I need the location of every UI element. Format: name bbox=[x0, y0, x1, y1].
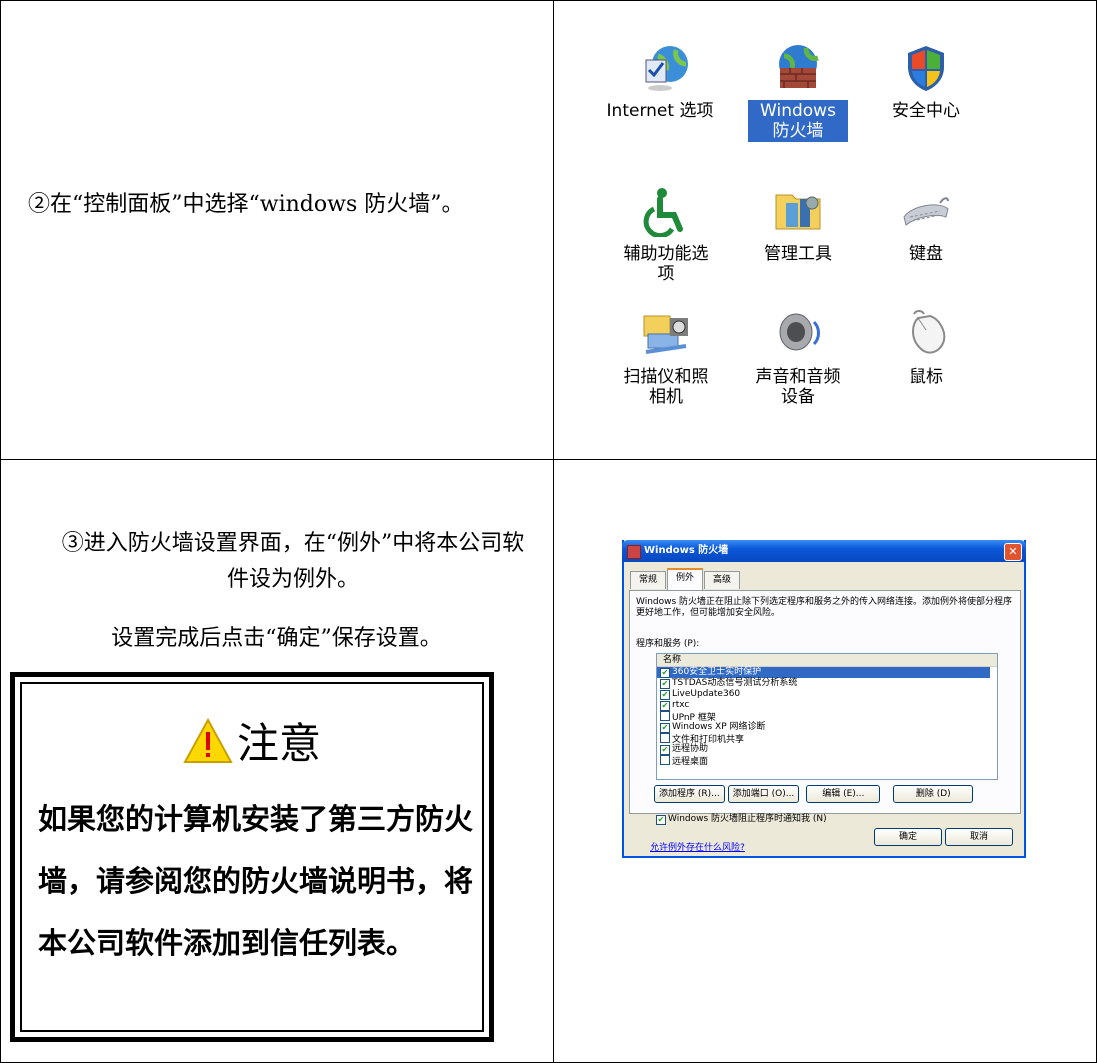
program-checkbox[interactable]: ✔ bbox=[660, 701, 670, 711]
control-panel-item-keyboard[interactable]: 键盘 bbox=[866, 185, 986, 265]
table-column-divider bbox=[553, 0, 554, 1063]
control-panel-item-security-center[interactable]: 安全中心 bbox=[866, 42, 986, 122]
notice-heading: 注意 bbox=[22, 710, 482, 771]
warning-icon bbox=[183, 717, 233, 763]
add-port-button[interactable]: 添加端口 (O)... bbox=[727, 785, 800, 803]
program-checkbox[interactable] bbox=[660, 711, 670, 721]
list-item[interactable]: ✔ rtxc bbox=[657, 700, 997, 711]
table-row-divider bbox=[0, 459, 1097, 460]
notify-option[interactable]: ✔ Windows 防火墙阻止程序时通知我 (N) bbox=[656, 811, 827, 825]
windows-firewall-icon bbox=[772, 42, 824, 94]
table-border-left bbox=[0, 0, 1, 1063]
dialog-title: Windows 防火墙 bbox=[644, 545, 729, 556]
list-item[interactable]: UPnP 框架 bbox=[657, 711, 997, 723]
list-item[interactable]: 文件和打印机共享 bbox=[657, 733, 997, 745]
control-panel-item-label: 安全中心 bbox=[892, 101, 960, 121]
list-item[interactable]: 远程桌面 bbox=[657, 755, 997, 767]
programs-label: 程序和服务 (P): bbox=[636, 639, 700, 649]
program-name: TSTDAS动态信号测试分析系统 bbox=[672, 678, 798, 688]
program-name: 远程协助 bbox=[672, 744, 709, 754]
security-center-icon bbox=[900, 42, 952, 94]
dialog-titlebar[interactable]: Windows 防火墙 ✕ bbox=[622, 540, 1026, 562]
sound-icon bbox=[772, 308, 824, 360]
program-checkbox[interactable]: ✔ bbox=[660, 745, 670, 755]
program-name: Windows XP 网络诊断 bbox=[672, 722, 766, 732]
control-panel-item-label: 声音和音频设备 bbox=[755, 367, 841, 407]
admin-tools-icon bbox=[772, 185, 824, 237]
cancel-button[interactable]: 取消 bbox=[945, 828, 1013, 846]
program-checkbox[interactable]: ✔ bbox=[660, 679, 670, 689]
control-panel-item-label: 键盘 bbox=[909, 244, 943, 264]
mouse-icon bbox=[900, 308, 952, 360]
dialog-tabs: 常规 例外 高级 bbox=[630, 568, 741, 590]
delete-button[interactable]: 删除 (D) bbox=[893, 785, 974, 803]
tab-exceptions[interactable]: 例外 bbox=[667, 568, 704, 590]
notice-title: 注意 bbox=[236, 719, 321, 768]
edit-button[interactable]: 编辑 (E)... bbox=[806, 785, 881, 803]
close-button[interactable]: ✕ bbox=[1004, 543, 1022, 561]
tab-general[interactable]: 常规 bbox=[630, 571, 667, 589]
firewall-dialog: Windows 防火墙 ✕ 常规 例外 高级 Windows 防火墙正在阻止除下… bbox=[622, 540, 1026, 858]
step3-instruction: ③进入防火墙设置界面，在“例外”中将本公司软件设为例外。 bbox=[58, 526, 528, 598]
exceptions-panel: Windows 防火墙正在阻止除下列选定程序和服务之外的传入网络连接。添加例外将… bbox=[629, 590, 1021, 825]
accessibility-icon bbox=[640, 185, 692, 239]
program-name: rtxc bbox=[672, 700, 690, 710]
program-name: 远程桌面 bbox=[672, 757, 709, 767]
control-panel-item-label: 辅助功能选项 bbox=[623, 244, 709, 284]
control-panel-item-label: 管理工具 bbox=[764, 244, 832, 264]
program-name: 360安全卫士实时保护 bbox=[672, 667, 762, 677]
control-panel-item-sound[interactable]: 声音和音频设备 bbox=[738, 308, 858, 408]
control-panel-item-label: 鼠标 bbox=[909, 367, 943, 387]
control-panel-item-label: Windows 防火墙 bbox=[748, 100, 848, 142]
list-item[interactable]: ✔ LiveUpdate360 bbox=[657, 689, 997, 700]
control-panel-item-windows-firewall[interactable]: Windows 防火墙 bbox=[738, 42, 858, 142]
program-checkbox[interactable] bbox=[660, 733, 670, 743]
firewall-icon bbox=[627, 545, 641, 559]
step2-number: ② bbox=[28, 192, 51, 217]
scanner-camera-icon bbox=[640, 308, 692, 360]
notify-checkbox[interactable]: ✔ bbox=[656, 815, 666, 825]
program-checkbox[interactable]: ✔ bbox=[660, 668, 670, 678]
program-checkbox[interactable]: ✔ bbox=[660, 690, 670, 700]
ok-button[interactable]: 确定 bbox=[874, 828, 942, 846]
step3-text: 进入防火墙设置界面，在“例外”中将本公司软件设为例外。 bbox=[83, 531, 525, 592]
control-panel-item-label: 扫描仪和照相机 bbox=[623, 367, 709, 407]
list-item[interactable]: ✔ TSTDAS动态信号测试分析系统 bbox=[657, 678, 997, 689]
control-panel-item-scanner-camera[interactable]: 扫描仪和照相机 bbox=[606, 308, 726, 408]
keyboard-icon bbox=[900, 185, 952, 237]
risk-help-link[interactable]: 允许例外存在什么风险? bbox=[650, 840, 745, 853]
control-panel-item-admin-tools[interactable]: 管理工具 bbox=[738, 185, 858, 265]
control-panel-item-mouse[interactable]: 鼠标 bbox=[866, 308, 986, 388]
program-name: LiveUpdate360 bbox=[672, 689, 741, 699]
control-panel-item-accessibility[interactable]: 辅助功能选项 bbox=[606, 185, 726, 285]
dialog-action-buttons: 确定 取消 bbox=[874, 828, 1016, 846]
program-checkbox[interactable]: ✔ bbox=[660, 723, 670, 733]
step3-save-hint: 设置完成后点击“确定”保存设置。 bbox=[111, 626, 442, 651]
internet-options-icon bbox=[640, 42, 692, 94]
control-panel-item-label: Internet 选项 bbox=[606, 101, 714, 121]
notice-box: 注意 如果您的计算机安装了第三方防火墙，请参阅您的防火墙说明书，将本公司软件添加… bbox=[10, 672, 494, 1042]
step3-number: ③ bbox=[61, 531, 84, 556]
step2-text: 在“控制面板”中选择“windows 防火墙”。 bbox=[50, 192, 464, 217]
notice-inner-frame: 注意 如果您的计算机安装了第三方防火墙，请参阅您的防火墙说明书，将本公司软件添加… bbox=[20, 682, 484, 1032]
list-item[interactable]: ✔ 360安全卫士实时保护 bbox=[657, 667, 990, 678]
column-header-name[interactable]: 名称 bbox=[657, 654, 997, 667]
programs-listbox[interactable]: 名称 ✔ 360安全卫士实时保护 ✔ TSTDAS动态信号测试分析系统 ✔ LiveUpd… bbox=[656, 653, 998, 780]
exceptions-description: Windows 防火墙正在阻止除下列选定程序和服务之外的传入网络连接。添加例外将… bbox=[636, 597, 1013, 618]
control-panel-item-internet-options[interactable]: Internet 选项 bbox=[606, 42, 726, 122]
exceptions-button-row: 添加程序 (R)... 添加端口 (O)... 编辑 (E)... 删除 (D) bbox=[654, 785, 1004, 803]
notice-body: 如果您的计算机安装了第三方防火墙，请参阅您的防火墙说明书，将本公司软件添加到信任… bbox=[38, 802, 474, 960]
notify-label: Windows 防火墙阻止程序时通知我 (N) bbox=[668, 814, 827, 824]
list-item[interactable]: ✔ 远程协助 bbox=[657, 744, 997, 755]
program-checkbox[interactable] bbox=[660, 755, 670, 765]
tab-advanced[interactable]: 高级 bbox=[704, 571, 741, 589]
list-item[interactable]: ✔ Windows XP 网络诊断 bbox=[657, 722, 997, 733]
table-border-top bbox=[0, 0, 1097, 1]
add-program-button[interactable]: 添加程序 (R)... bbox=[654, 785, 725, 803]
program-rows: ✔ 360安全卫士实时保护 ✔ TSTDAS动态信号测试分析系统 ✔ LiveUpdate… bbox=[657, 667, 997, 767]
step2-instruction: ②在“控制面板”中选择“windows 防火墙”。 bbox=[28, 186, 463, 218]
